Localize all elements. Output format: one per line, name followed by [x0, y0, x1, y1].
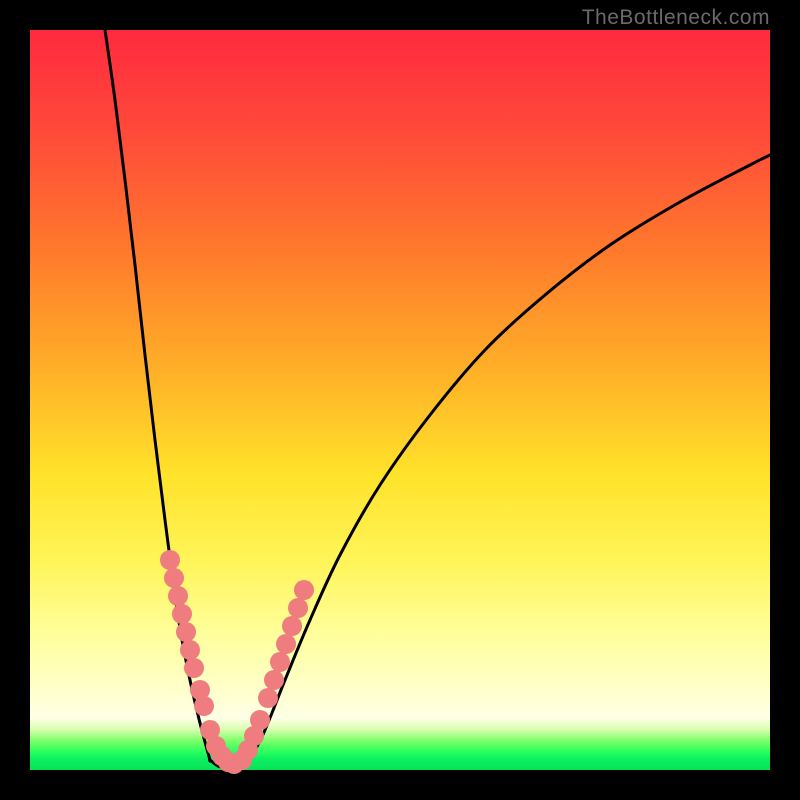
dot	[264, 670, 284, 690]
watermark-text: TheBottleneck.com	[582, 6, 770, 30]
dot	[250, 710, 270, 730]
dot	[176, 622, 196, 642]
dot	[294, 580, 314, 600]
chart-frame: TheBottleneck.com	[0, 0, 800, 800]
dot	[194, 696, 214, 716]
dot	[270, 652, 290, 672]
curve-layer	[30, 30, 770, 770]
bottleneck-curve	[105, 30, 770, 768]
dot	[168, 586, 188, 606]
dot	[164, 568, 184, 588]
dot	[184, 658, 204, 678]
dot	[160, 550, 180, 570]
dot	[276, 634, 296, 654]
plot-area	[30, 30, 770, 770]
dot	[258, 688, 278, 708]
dot	[172, 604, 192, 624]
dot	[288, 598, 308, 618]
dot	[282, 616, 302, 636]
dot	[180, 640, 200, 660]
